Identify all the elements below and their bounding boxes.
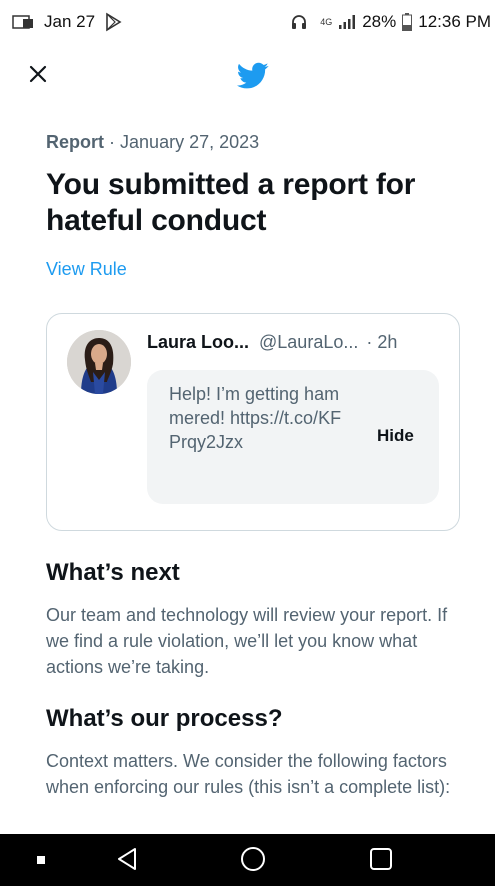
status-bar: Jan 27 4G 28% 12:36 PM	[0, 0, 495, 44]
twitter-bird-icon	[237, 62, 269, 95]
overview-button[interactable]	[364, 844, 398, 878]
whats-next-section: What’s next Our team and technology will…	[46, 558, 456, 680]
whats-next-heading: What’s next	[46, 559, 180, 586]
report-header: Report · January 27, 2023 You submitted …	[46, 132, 456, 280]
process-heading: What’s our process?	[46, 705, 283, 732]
tweet-author-name: Laura Loo...	[147, 332, 250, 352]
whats-next-body: Our team and technology will review your…	[46, 605, 448, 677]
back-icon	[116, 847, 138, 876]
battery-icon	[402, 13, 413, 31]
home-button[interactable]	[236, 844, 270, 878]
tweet-header: Laura Loo... @LauraLo... · 2h	[147, 332, 441, 353]
status-date: Jan 27	[44, 12, 96, 31]
headphones-icon	[290, 13, 308, 31]
home-icon	[240, 846, 266, 877]
overview-icon	[369, 847, 393, 876]
process-section: What’s our process? Context matters. We …	[46, 704, 456, 800]
reported-tweet-card: Laura Loo... @LauraLo... · 2h Help! I’m …	[46, 313, 460, 531]
status-time: 12:36 PM	[418, 12, 491, 31]
signal-icon	[338, 14, 356, 30]
close-button[interactable]	[20, 58, 56, 94]
page-title: You submitted a report for hateful condu…	[46, 168, 416, 237]
report-separator: ·	[109, 132, 116, 152]
tweet-timestamp: · 2h	[366, 332, 398, 352]
process-body: Context matters. We consider the followi…	[46, 751, 451, 797]
network-type: 4G	[320, 17, 333, 27]
recents-button[interactable]	[24, 844, 58, 878]
top-bar	[0, 52, 495, 98]
battery-percent: 28%	[362, 12, 397, 31]
android-nav-bar	[0, 834, 495, 886]
close-icon	[29, 65, 47, 88]
status-left: Jan 27	[12, 12, 123, 32]
tweet-content-box: Help! I’m getting hammered! https://t.co…	[147, 370, 439, 504]
report-date: January 27, 2023	[120, 132, 260, 152]
avatar	[67, 330, 131, 394]
tweet-author-handle: @LauraLo...	[259, 332, 359, 352]
tweet-text: Help! I’m getting hammered! https://t.co…	[169, 384, 342, 452]
status-right: 4G 28% 12:36 PM	[290, 12, 491, 32]
report-meta: Report · January 27, 2023	[46, 132, 456, 153]
hide-button[interactable]: Hide	[377, 426, 414, 446]
report-label: Report	[46, 132, 104, 152]
play-store-icon	[103, 12, 123, 32]
back-button[interactable]	[110, 844, 144, 878]
screen-mirror-icon	[12, 14, 36, 30]
view-rule-link[interactable]: View Rule	[46, 259, 127, 280]
recents-icon	[36, 852, 46, 870]
